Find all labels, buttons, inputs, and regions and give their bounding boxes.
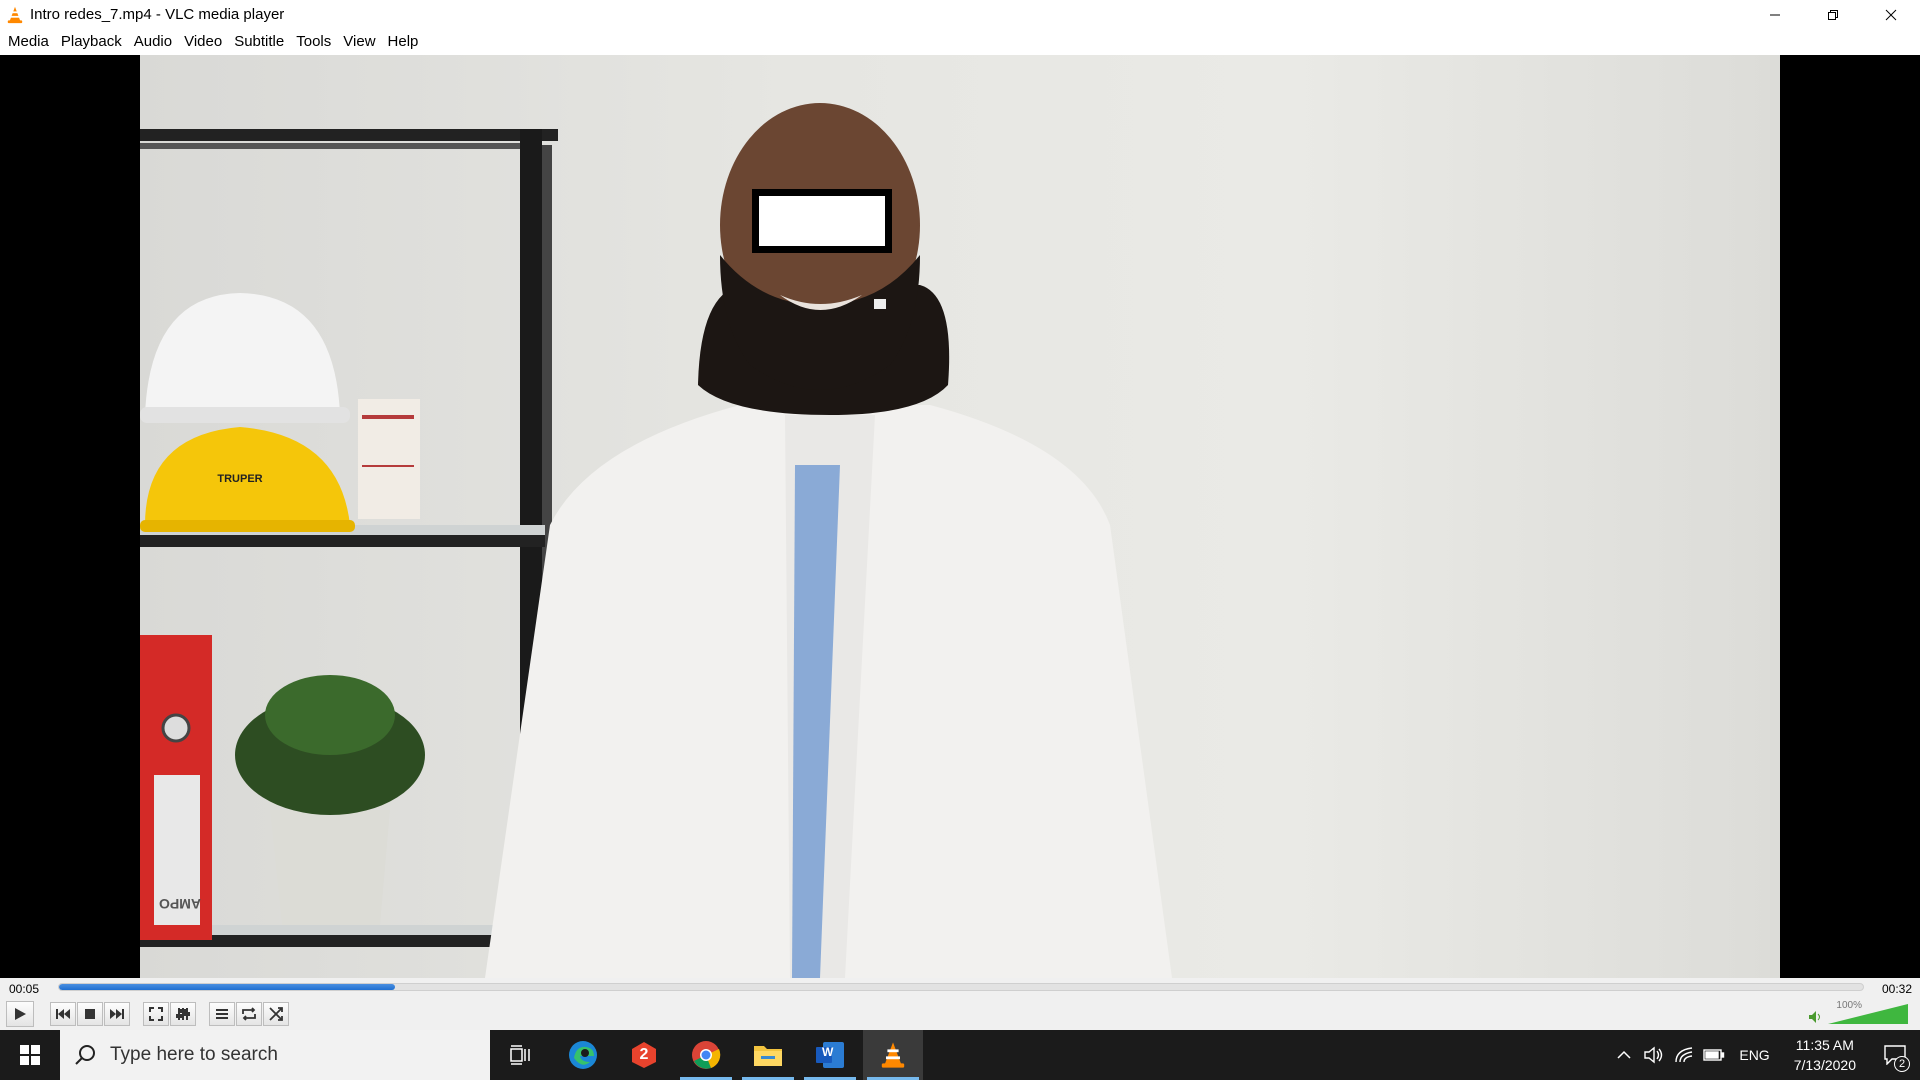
stop-button[interactable] <box>77 1002 103 1026</box>
clock-date: 7/13/2020 <box>1793 1057 1856 1073</box>
playlist-button[interactable] <box>209 1002 235 1026</box>
search-placeholder: Type here to search <box>110 1044 278 1065</box>
wifi-icon <box>1675 1047 1693 1063</box>
edge-icon <box>569 1041 597 1069</box>
control-buttons <box>6 1000 290 1028</box>
seek-bar-progress <box>59 984 395 990</box>
chrome-taskbar-button[interactable] <box>676 1030 736 1080</box>
chrome-icon <box>692 1041 721 1069</box>
loop-button[interactable] <box>236 1002 262 1026</box>
skip-next-icon <box>110 1009 124 1019</box>
word-taskbar-button[interactable]: W <box>800 1030 860 1080</box>
menu-playback[interactable]: Playback <box>55 29 128 55</box>
elapsed-time: 00:05 <box>9 982 40 996</box>
restore-icon <box>1828 9 1838 20</box>
play-icon <box>15 1008 26 1020</box>
counter-app-taskbar-button[interactable]: 2 <box>614 1030 674 1080</box>
equalizer-icon <box>176 1008 190 1020</box>
volume-tray-button[interactable] <box>1639 1030 1669 1080</box>
title-bar: Intro redes_7.mp4 - VLC media player <box>0 0 1920 29</box>
input-language[interactable]: ENG <box>1729 1047 1779 1063</box>
menu-view[interactable]: View <box>337 29 381 55</box>
menu-audio[interactable]: Audio <box>128 29 178 55</box>
fullscreen-button[interactable] <box>143 1002 169 1026</box>
system-clock[interactable]: 11:35 AM 7/13/2020 <box>1780 1035 1870 1075</box>
volume-fill <box>1828 1004 1908 1024</box>
show-hidden-icons-button[interactable] <box>1609 1030 1639 1080</box>
window-title: Intro redes_7.mp4 - VLC media player <box>30 6 285 23</box>
minimize-icon <box>1770 14 1780 15</box>
video-area[interactable]: TRUPER AMPO <box>0 55 1920 978</box>
notification-count: 2 <box>1894 1056 1910 1072</box>
window-controls <box>1746 0 1920 29</box>
helmet-text: TRUPER <box>217 473 262 485</box>
loop-icon <box>242 1007 256 1021</box>
skip-previous-icon <box>56 1009 70 1019</box>
menu-bar: Media Playback Audio Video Subtitle Tool… <box>0 29 1920 55</box>
volume-slider[interactable] <box>1828 1004 1908 1024</box>
previous-button[interactable] <box>50 1002 76 1026</box>
plant-illustration <box>235 675 425 925</box>
video-scene: TRUPER AMPO <box>140 103 1172 978</box>
battery-tray-button[interactable] <box>1699 1030 1729 1080</box>
edge-taskbar-button[interactable] <box>553 1030 613 1080</box>
minimize-button[interactable] <box>1746 0 1804 29</box>
word-icon-letter: W <box>822 1045 834 1059</box>
restore-button[interactable] <box>1804 0 1862 29</box>
next-button[interactable] <box>104 1002 130 1026</box>
clock-time: 11:35 AM <box>1795 1037 1854 1053</box>
fullscreen-icon <box>149 1007 163 1021</box>
chevron-up-icon <box>1617 1050 1631 1059</box>
taskbar-search[interactable]: Type here to search <box>60 1030 490 1080</box>
shuffle-icon <box>269 1007 283 1021</box>
taskbar: Type here to search 2 W ENG 11:35 AM 7/1… <box>0 1030 1920 1080</box>
extended-settings-button[interactable] <box>170 1002 196 1026</box>
stop-icon <box>85 1009 95 1019</box>
network-tray-button[interactable] <box>1669 1030 1699 1080</box>
menu-help[interactable]: Help <box>382 29 425 55</box>
product-box-illustration <box>358 399 420 519</box>
badge-app-number: 2 <box>639 1046 649 1063</box>
file-explorer-taskbar-button[interactable] <box>738 1030 798 1080</box>
total-time: 00:32 <box>1881 982 1912 996</box>
speaker-icon <box>1809 1011 1820 1023</box>
player-controls: 00:05 00:32 100% <box>0 978 1920 1030</box>
system-tray: ENG 11:35 AM 7/13/2020 2 <box>1609 1030 1920 1080</box>
search-icon <box>75 1045 95 1065</box>
helmet-illustration <box>140 293 355 532</box>
task-view-button[interactable] <box>490 1030 550 1080</box>
menu-video[interactable]: Video <box>178 29 228 55</box>
binder-illustration <box>140 635 212 940</box>
volume-icon <box>1644 1046 1663 1064</box>
playlist-icon <box>216 1009 228 1019</box>
seek-bar[interactable] <box>58 983 1864 991</box>
folder-icon <box>754 1046 782 1066</box>
start-button[interactable] <box>0 1030 60 1080</box>
binder-text: AMPO <box>159 896 201 912</box>
vlc-taskbar-button[interactable] <box>863 1030 923 1080</box>
close-button[interactable] <box>1862 0 1920 29</box>
battery-icon <box>1703 1049 1725 1061</box>
volume-control[interactable]: 100% <box>1808 1000 1908 1026</box>
shuffle-button[interactable] <box>263 1002 289 1026</box>
vlc-cone-icon <box>7 6 23 23</box>
menu-media[interactable]: Media <box>2 29 55 55</box>
video-frame[interactable]: TRUPER AMPO <box>140 55 1780 978</box>
action-center-button[interactable]: 2 <box>1870 1030 1920 1080</box>
menu-subtitle[interactable]: Subtitle <box>228 29 290 55</box>
play-button[interactable] <box>6 1001 34 1027</box>
close-icon <box>1885 9 1897 20</box>
task-view-icon <box>510 1045 530 1065</box>
windows-logo-icon <box>20 1045 40 1065</box>
menu-tools[interactable]: Tools <box>290 29 337 55</box>
person-illustration <box>485 103 1172 978</box>
vlc-cone-icon <box>881 1042 905 1068</box>
